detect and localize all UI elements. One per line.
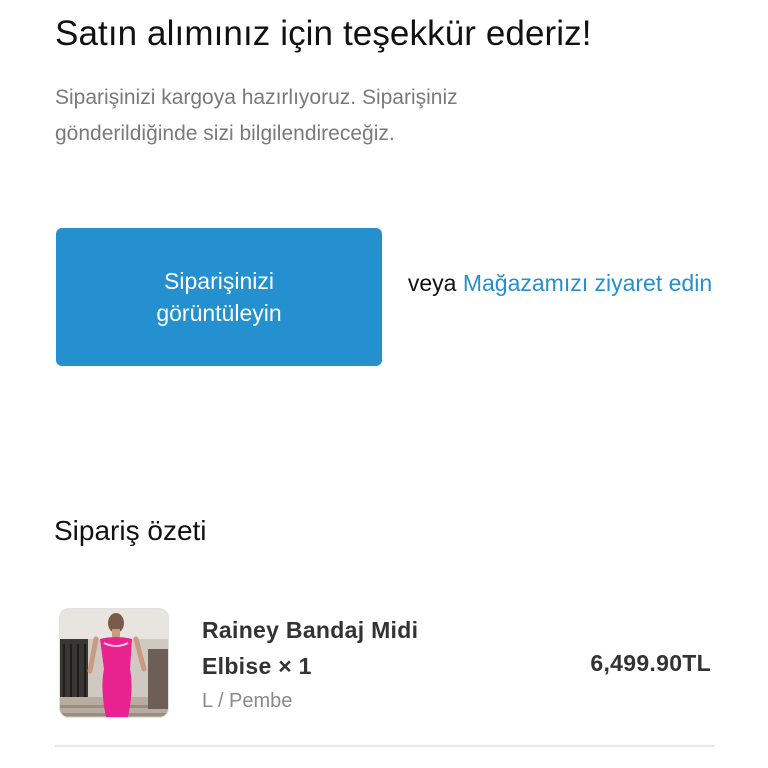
confirmation-message: Siparişinizi kargoya hazırlıyoruz. Sipar…: [55, 86, 458, 145]
visit-store-link[interactable]: Mağazamızı ziyaret edin: [463, 270, 712, 296]
product-thumbnail: [59, 608, 169, 718]
product-quantity: × 1: [278, 653, 312, 679]
or-text: veya: [407, 270, 457, 296]
order-summary-heading: Sipariş özeti: [54, 515, 207, 546]
product-variant: L / Pembe: [202, 690, 293, 712]
summary-divider: [55, 745, 715, 747]
page-title: Satın alımınız için teşekkür ederiz!: [55, 14, 592, 53]
view-order-button[interactable]: Siparişinizi görüntüleyin: [56, 228, 382, 366]
alternate-action: veya Mağazamızı ziyaret edin: [382, 267, 738, 299]
product-name: Rainey Bandaj Midi Elbise × 1: [202, 612, 472, 684]
product-image: [60, 609, 168, 717]
product-price: 6,499.90TL: [590, 650, 711, 676]
